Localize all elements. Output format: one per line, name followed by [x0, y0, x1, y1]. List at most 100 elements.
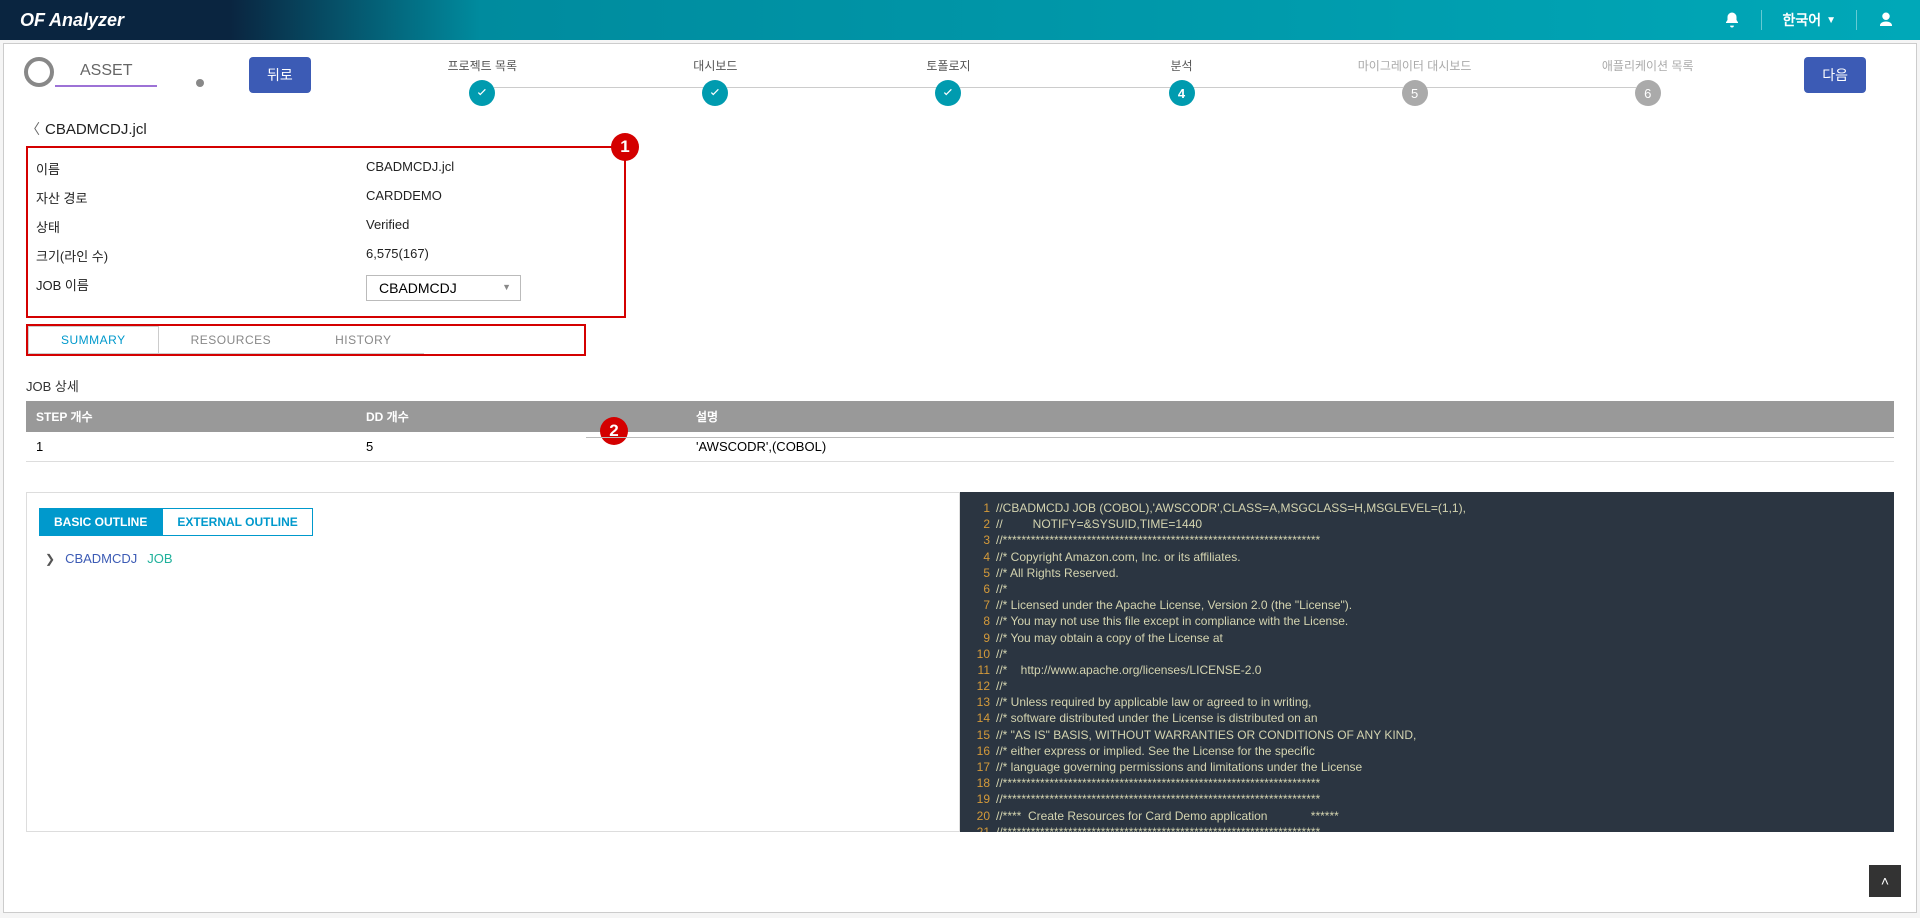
code-line: 20//**** Create Resources for Card Demo … [960, 808, 1894, 824]
line-text: //**************************************… [996, 775, 1320, 791]
progress-stepper: 프로젝트 목록대시보드토폴로지분석4마이그레이터 대시보드 5 애플리케이션 목록6 [366, 57, 1764, 106]
step-label: 마이그레이터 대시보드 [1298, 57, 1531, 74]
line-number: 9 [960, 630, 996, 646]
line-number: 7 [960, 597, 996, 613]
code-line: 18//************************************… [960, 775, 1894, 791]
code-line: 12//* [960, 678, 1894, 694]
asset-dot-icon [196, 79, 204, 87]
line-number: 19 [960, 791, 996, 807]
line-text: //CBADMCDJ JOB (COBOL),'AWSCODR',CLASS=A… [996, 500, 1466, 516]
line-number: 20 [960, 808, 996, 824]
step-label: 토폴로지 [832, 57, 1065, 74]
brand-prefix: OF [20, 10, 45, 31]
line-number: 4 [960, 549, 996, 565]
col-header-step: STEP 개수 [36, 408, 366, 425]
line-number: 11 [960, 662, 996, 678]
tab-resources[interactable]: RESOURCES [159, 326, 304, 354]
check-icon [475, 86, 489, 100]
notification-bell-icon[interactable] [1723, 11, 1741, 29]
language-selector[interactable]: 한국어 ▼ [1782, 10, 1836, 30]
code-line: 21//************************************… [960, 824, 1894, 832]
step-circle: 5 [1402, 80, 1428, 106]
step-connector [960, 87, 1170, 88]
line-text: //* You may not use this file except in … [996, 613, 1348, 629]
tab-summary[interactable]: SUMMARY [28, 326, 159, 354]
breadcrumb[interactable]: 〈 CBADMCDJ.jcl [4, 114, 1916, 144]
line-text: //* You may obtain a copy of the License… [996, 630, 1223, 646]
annotation-marker-1: 1 [611, 133, 639, 161]
scroll-top-button[interactable]: ˄ [1869, 865, 1901, 897]
job-name-select[interactable]: CBADMCDJ [366, 275, 521, 301]
bottom-split: BASIC OUTLINE EXTERNAL OUTLINE ❯ CBADMCD… [26, 492, 1894, 832]
step-label: 대시보드 [599, 57, 832, 74]
step-3[interactable]: 분석4 [1065, 57, 1298, 106]
step-5[interactable]: 애플리케이션 목록6 [1531, 57, 1764, 106]
cell-dd: 5 [366, 439, 696, 454]
line-number: 17 [960, 759, 996, 775]
detail-tabs: SUMMARY RESOURCES HISTORY [26, 324, 586, 356]
step-1[interactable]: 대시보드 [599, 57, 832, 106]
outline-panel: BASIC OUTLINE EXTERNAL OUTLINE ❯ CBADMCD… [26, 492, 960, 832]
code-line: 6//* [960, 581, 1894, 597]
line-number: 6 [960, 581, 996, 597]
detail-label-job: JOB 이름 [36, 275, 366, 301]
line-number: 13 [960, 694, 996, 710]
line-text: //**** Create Resources for Card Demo ap… [996, 808, 1339, 824]
line-text: //* Unless required by applicable law or… [996, 694, 1312, 710]
outline-tree-item[interactable]: ❯ CBADMCDJ JOB [39, 548, 947, 569]
tree-item-name: CBADMCDJ [65, 551, 137, 566]
breadcrumb-file: CBADMCDJ.jcl [45, 121, 147, 138]
step-connector [727, 87, 937, 88]
main-content: ASSET 뒤로 프로젝트 목록대시보드토폴로지분석4마이그레이터 대시보드 5 애… [3, 43, 1917, 913]
step-0[interactable]: 프로젝트 목록 [366, 57, 599, 106]
user-profile-icon[interactable] [1877, 11, 1895, 29]
detail-value-path: CARDDEMO [366, 188, 442, 207]
col-header-desc: 설명 [696, 408, 1884, 425]
chevron-left-icon: 〈 [26, 119, 40, 139]
code-line: 16//* either express or implied. See the… [960, 743, 1894, 759]
line-number: 16 [960, 743, 996, 759]
line-text: //* language governing permissions and l… [996, 759, 1362, 775]
detail-value-status: Verified [366, 217, 409, 236]
step-circle [935, 80, 961, 106]
asset-detail-panel: 1 이름CBADMCDJ.jcl 자산 경로CARDDEMO 상태Verifie… [26, 146, 626, 318]
check-icon [708, 86, 722, 100]
job-name-select-wrap[interactable]: CBADMCDJ [366, 275, 521, 301]
code-line: 4//* Copyright Amazon.com, Inc. or its a… [960, 549, 1894, 565]
line-text: //* Licensed under the Apache License, V… [996, 597, 1352, 613]
code-line: 2// NOTIFY=&SYSUID,TIME=1440 [960, 516, 1894, 532]
chevron-up-icon: ˄ [1881, 873, 1889, 889]
cell-step: 1 [36, 439, 366, 454]
step-2[interactable]: 토폴로지 [832, 57, 1065, 106]
code-line: 10//* [960, 646, 1894, 662]
line-text: //* All Rights Reserved. [996, 565, 1119, 581]
line-text: //* [996, 678, 1007, 694]
code-line: 15//* "AS IS" BASIS, WITHOUT WARRANTIES … [960, 727, 1894, 743]
tab-external-outline[interactable]: EXTERNAL OUTLINE [162, 508, 312, 536]
col-header-dd: DD 개수 [366, 408, 696, 425]
detail-value-size: 6,575(167) [366, 246, 429, 265]
chevron-right-icon: ❯ [45, 552, 55, 566]
line-number: 15 [960, 727, 996, 743]
line-text: // NOTIFY=&SYSUID,TIME=1440 [996, 516, 1202, 532]
back-button[interactable]: 뒤로 [249, 57, 311, 93]
code-line: 13//* Unless required by applicable law … [960, 694, 1894, 710]
code-line: 11//* http://www.apache.org/licenses/LIC… [960, 662, 1894, 678]
step-4[interactable]: 마이그레이터 대시보드 5 [1298, 57, 1531, 106]
tab-basic-outline[interactable]: BASIC OUTLINE [39, 508, 162, 536]
tree-item-type: JOB [147, 551, 172, 566]
next-button[interactable]: 다음 [1804, 57, 1866, 93]
step-connector [1193, 87, 1403, 88]
annotation-marker-2: 2 [600, 417, 628, 445]
language-label: 한국어 [1782, 10, 1821, 30]
step-circle [469, 80, 495, 106]
step-label: 프로젝트 목록 [366, 57, 599, 74]
detail-label-status: 상태 [36, 217, 366, 236]
caret-down-icon: ▼ [1826, 15, 1836, 26]
asset-label: ASSET [55, 57, 157, 87]
line-text: //* http://www.apache.org/licenses/LICEN… [996, 662, 1261, 678]
tab-history[interactable]: HISTORY [303, 326, 423, 354]
check-icon [941, 86, 955, 100]
code-viewer[interactable]: 1//CBADMCDJ JOB (COBOL),'AWSCODR',CLASS=… [960, 492, 1894, 832]
separator [1856, 10, 1857, 30]
